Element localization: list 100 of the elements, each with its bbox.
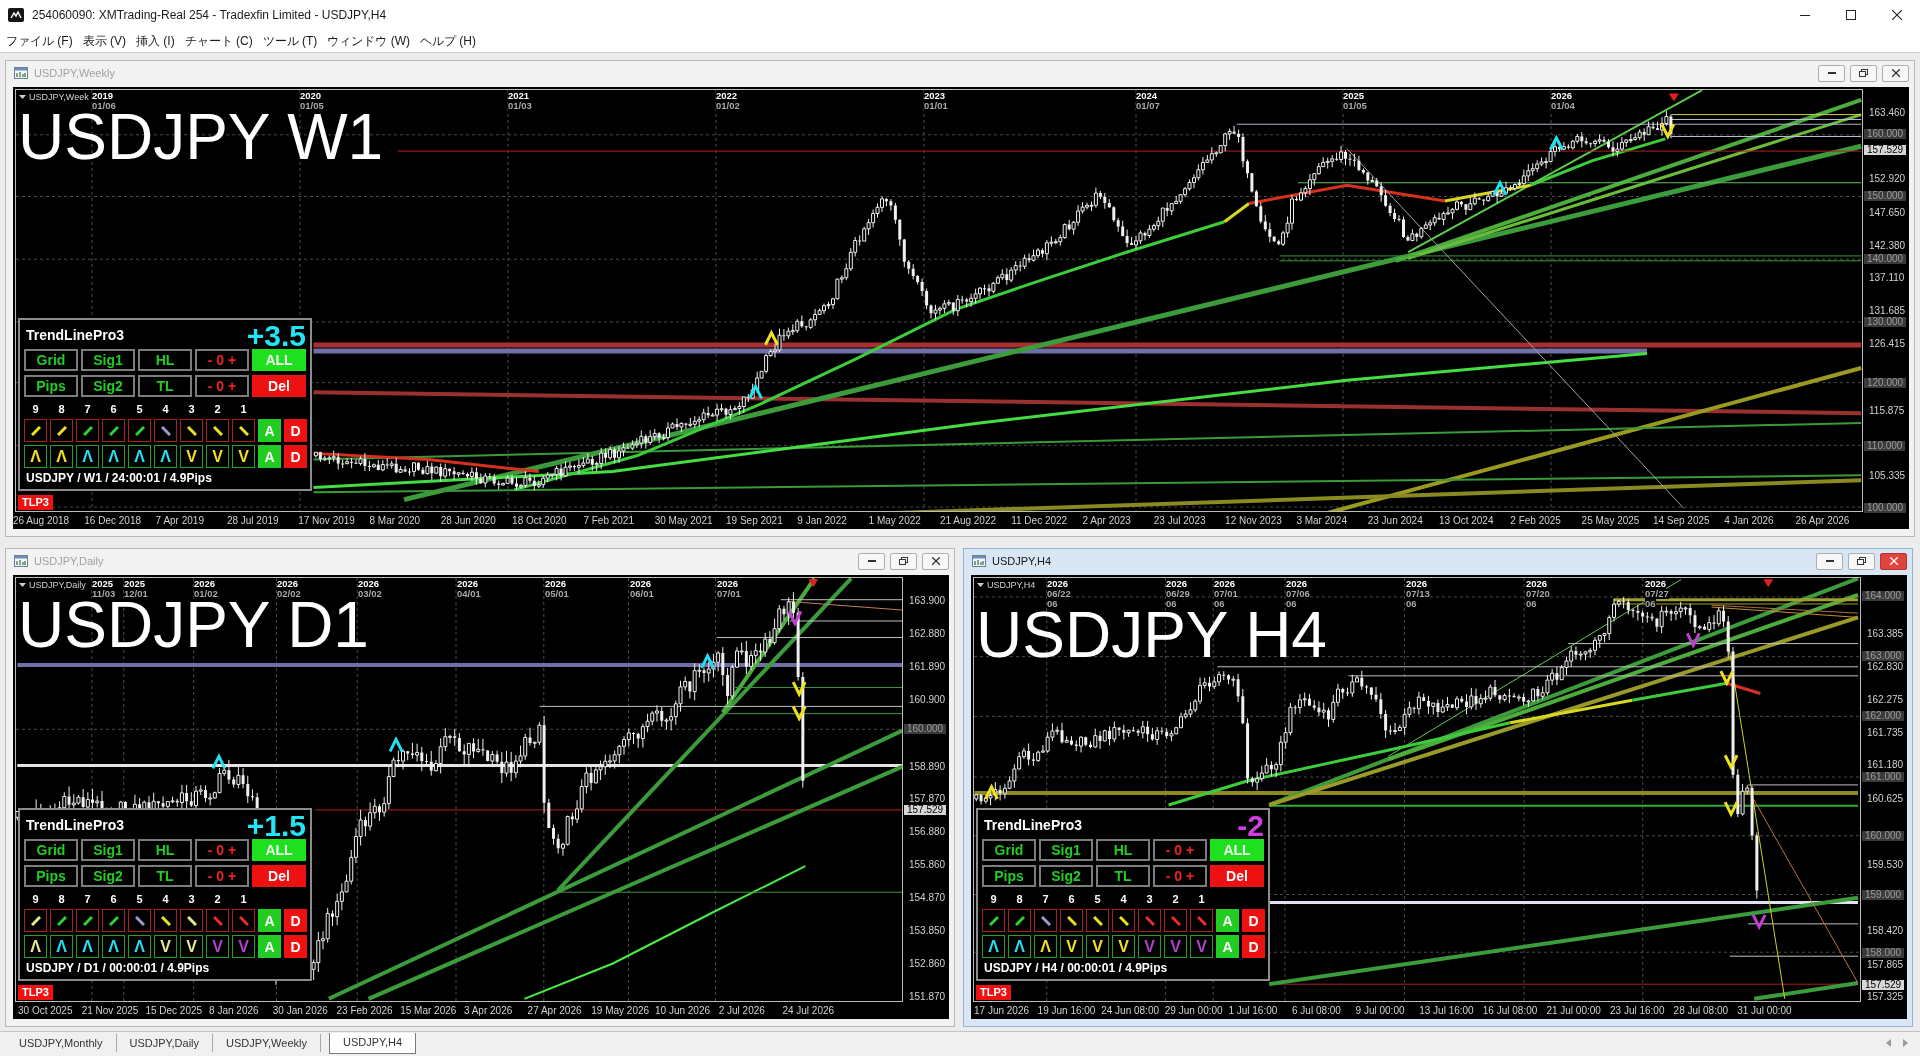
signal-slot-button[interactable]: V — [154, 935, 177, 958]
signal-slot-button[interactable]: Λ — [102, 935, 125, 958]
close-button[interactable] — [1882, 64, 1909, 82]
menu-item[interactable]: 挿入 (I) — [131, 32, 180, 50]
minimize-button[interactable] — [858, 552, 885, 570]
menu-item[interactable]: ツール (T) — [257, 32, 323, 50]
chart-tab[interactable]: USDJPY,H4 — [328, 1033, 417, 1054]
menu-item[interactable]: チャート (C) — [179, 32, 258, 50]
delete-button[interactable]: D — [284, 445, 307, 468]
toggle-button[interactable]: HL — [138, 349, 192, 371]
signal-slot-button[interactable]: Λ — [24, 935, 47, 958]
trend-slot-button[interactable] — [24, 909, 47, 932]
delete-button[interactable]: D — [1242, 935, 1265, 958]
toggle-button[interactable]: Pips — [24, 375, 78, 397]
trend-slot-button[interactable] — [24, 419, 47, 442]
delete-button[interactable]: D — [1242, 909, 1265, 932]
menu-item[interactable]: ウィンドウ (W) — [322, 32, 415, 50]
signal-slot-button[interactable]: Λ — [1034, 935, 1057, 958]
delete-button[interactable]: D — [284, 935, 307, 958]
signal-slot-button[interactable]: V — [206, 935, 229, 958]
signal-slot-button[interactable]: V — [232, 445, 255, 468]
restore-button[interactable] — [890, 552, 917, 570]
close-button[interactable] — [1880, 552, 1907, 570]
menu-item[interactable]: 表示 (V) — [77, 32, 131, 50]
close-button[interactable] — [922, 552, 949, 570]
trend-slot-button[interactable] — [76, 419, 99, 442]
trend-slot-button[interactable] — [50, 419, 73, 442]
stepper-button[interactable]: - 0 + — [1153, 865, 1207, 887]
delete-button[interactable]: Del — [252, 865, 306, 887]
trend-slot-button[interactable] — [180, 909, 203, 932]
stepper-button[interactable]: - 0 + — [1153, 839, 1207, 861]
trend-slot-button[interactable] — [102, 909, 125, 932]
signal-slot-button[interactable]: V — [232, 935, 255, 958]
chart-tab[interactable]: USDJPY,Daily — [116, 1034, 214, 1052]
signal-slot-button[interactable]: V — [180, 445, 203, 468]
toggle-button[interactable]: Sig1 — [1039, 839, 1093, 861]
toggle-button[interactable]: TL — [138, 865, 192, 887]
trend-slot-button[interactable] — [982, 909, 1005, 932]
toggle-button[interactable]: Sig2 — [1039, 865, 1093, 887]
toggle-button[interactable]: Grid — [982, 839, 1036, 861]
trend-slot-button[interactable] — [180, 419, 203, 442]
delete-button[interactable]: Del — [1210, 865, 1264, 887]
dropdown-triangle-icon[interactable] — [19, 95, 26, 99]
signal-slot-button[interactable]: Λ — [128, 445, 151, 468]
toggle-button[interactable]: Pips — [982, 865, 1036, 887]
dropdown-triangle-icon[interactable] — [977, 583, 984, 587]
stepper-button[interactable]: - 0 + — [195, 349, 249, 371]
signal-slot-button[interactable]: V — [1190, 935, 1213, 958]
trend-slot-button[interactable] — [206, 419, 229, 442]
trend-slot-button[interactable] — [128, 419, 151, 442]
toggle-button[interactable]: Grid — [24, 839, 78, 861]
toggle-button[interactable]: HL — [1096, 839, 1150, 861]
toggle-button[interactable]: HL — [138, 839, 192, 861]
chart-tab[interactable]: USDJPY,Monthly — [6, 1034, 117, 1052]
delete-button[interactable]: D — [284, 909, 307, 932]
dropdown-triangle-icon[interactable] — [19, 583, 26, 587]
toggle-button[interactable]: TL — [1096, 865, 1150, 887]
signal-slot-button[interactable]: V — [206, 445, 229, 468]
trend-slot-button[interactable] — [1112, 909, 1135, 932]
restore-button[interactable] — [1848, 552, 1875, 570]
trend-slot-button[interactable] — [76, 909, 99, 932]
chart-tab[interactable]: USDJPY,Weekly — [213, 1034, 321, 1052]
trend-slot-button[interactable] — [1008, 909, 1031, 932]
menu-item[interactable]: ファイル (F) — [1, 32, 78, 50]
trend-slot-button[interactable] — [1086, 909, 1109, 932]
trend-slot-button[interactable] — [102, 419, 125, 442]
signal-slot-button[interactable]: V — [1164, 935, 1187, 958]
toggle-button[interactable]: Grid — [24, 349, 78, 371]
trend-slot-button[interactable] — [1060, 909, 1083, 932]
signal-slot-button[interactable]: Λ — [102, 445, 125, 468]
trend-slot-button[interactable] — [50, 909, 73, 932]
signal-slot-button[interactable]: Λ — [982, 935, 1005, 958]
minimize-button[interactable] — [1818, 64, 1845, 82]
toggle-button[interactable]: Pips — [24, 865, 78, 887]
toggle-button[interactable]: Sig1 — [81, 349, 135, 371]
signal-slot-button[interactable]: Λ — [154, 445, 177, 468]
toggle-button[interactable]: Sig2 — [81, 865, 135, 887]
signal-slot-button[interactable]: V — [1138, 935, 1161, 958]
signal-slot-button[interactable]: Λ — [76, 445, 99, 468]
signal-slot-button[interactable]: V — [1060, 935, 1083, 958]
signal-slot-button[interactable]: V — [180, 935, 203, 958]
delete-button[interactable]: Del — [252, 375, 306, 397]
toggle-button[interactable]: Sig1 — [81, 839, 135, 861]
trend-slot-button[interactable] — [232, 419, 255, 442]
trend-slot-button[interactable] — [1034, 909, 1057, 932]
signal-slot-button[interactable]: Λ — [50, 935, 73, 958]
delete-button[interactable]: D — [284, 419, 307, 442]
minimize-button[interactable] — [1816, 552, 1843, 570]
signal-slot-button[interactable]: Λ — [50, 445, 73, 468]
toggle-button[interactable]: TL — [138, 375, 192, 397]
stepper-button[interactable]: - 0 + — [195, 865, 249, 887]
trend-slot-button[interactable] — [128, 909, 151, 932]
restore-button[interactable] — [1850, 64, 1877, 82]
toggle-button[interactable]: Sig2 — [81, 375, 135, 397]
signal-slot-button[interactable]: V — [1112, 935, 1135, 958]
signal-slot-button[interactable]: Λ — [128, 935, 151, 958]
signal-slot-button[interactable]: Λ — [24, 445, 47, 468]
signal-slot-button[interactable]: Λ — [1008, 935, 1031, 958]
signal-slot-button[interactable]: Λ — [76, 935, 99, 958]
stepper-button[interactable]: - 0 + — [195, 839, 249, 861]
